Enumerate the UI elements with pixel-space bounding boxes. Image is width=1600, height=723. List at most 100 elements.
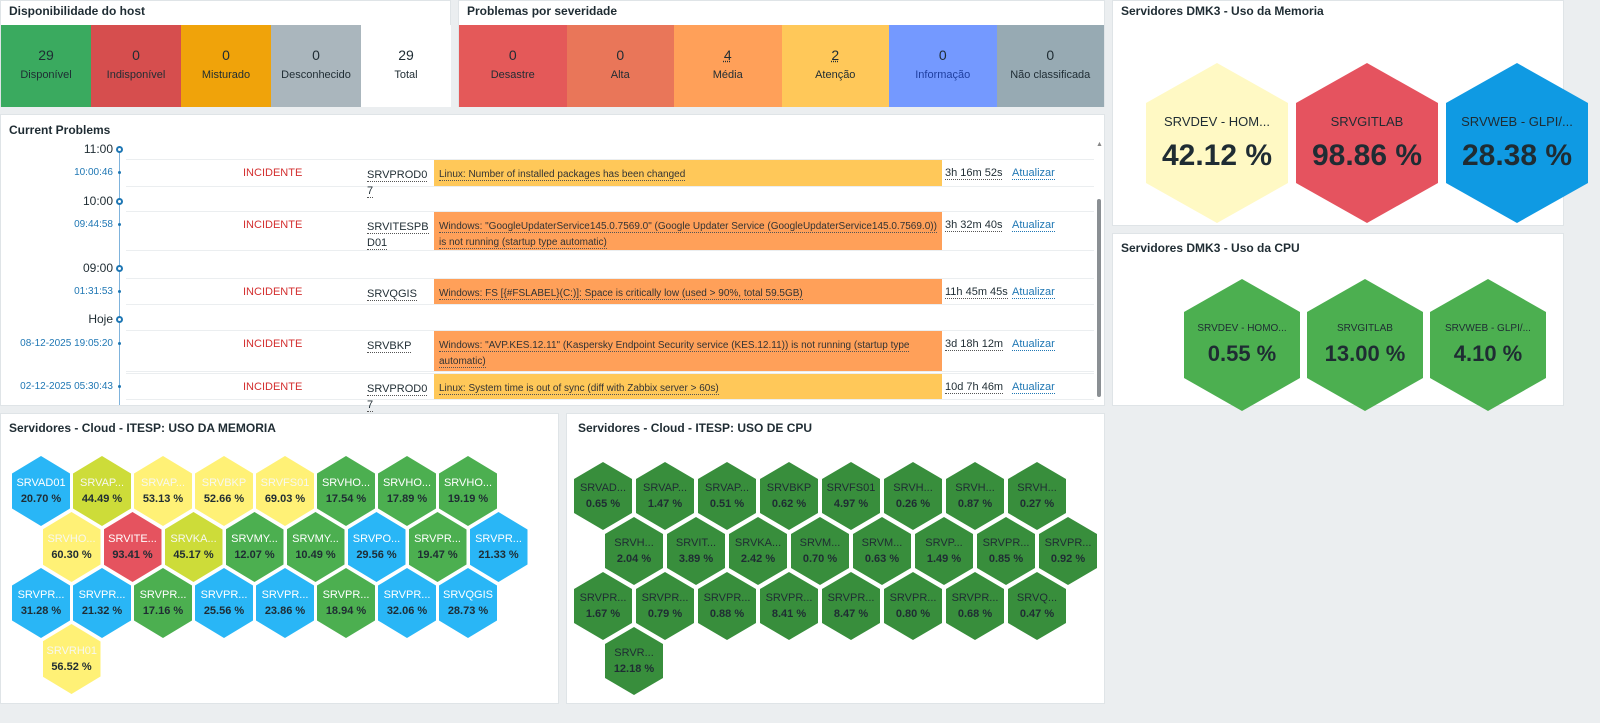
host-hexagon[interactable]: SRVPR... 23.86 % (256, 568, 314, 638)
host-hexagon[interactable]: SRVPR... 19.47 % (408, 512, 467, 582)
status-cell-1[interactable]: 0 Alta (566, 25, 674, 107)
problem-text[interactable]: Windows: "GoogleUpdaterService145.0.7569… (439, 221, 937, 249)
host-hexagon[interactable]: SRVPR... 0.68 % (946, 572, 1004, 640)
host-link[interactable]: SRVPROD07 (367, 383, 428, 412)
update-link[interactable]: Atualizar (1012, 381, 1055, 394)
host-link[interactable]: SRVITESPBD01 (367, 221, 429, 250)
host-hexagon[interactable]: SRVPR... 21.33 % (469, 512, 528, 582)
host-hexagon[interactable]: SRVPR... 1.67 % (574, 572, 632, 640)
duration-value[interactable]: 3h 32m 40s (945, 219, 1003, 232)
host-hexagon[interactable]: SRVQ... 0.47 % (1008, 572, 1066, 640)
problem-host[interactable]: SRVBKP (367, 338, 433, 354)
host-hexagon[interactable]: SRVWEB - GLPI/... 28.38 % (1446, 63, 1588, 223)
host-hexagon[interactable]: SRVMY... 10.49 % (286, 512, 345, 582)
host-hexagon[interactable]: SRVPR... 0.80 % (884, 572, 942, 640)
problem-host[interactable]: SRVPROD07 (367, 167, 433, 199)
host-hexagon[interactable]: SRVFS01 4.97 % (822, 462, 880, 530)
host-link[interactable]: SRVPROD07 (367, 169, 428, 198)
problem-time[interactable]: 09:44:58 (3, 219, 113, 230)
status-cell-4[interactable]: 29 Total (361, 25, 451, 107)
problem-description[interactable]: Windows: "GoogleUpdaterService145.0.7569… (434, 212, 942, 250)
host-hexagon[interactable]: SRVP... 1.49 % (915, 517, 973, 585)
host-hexagon[interactable]: SRVHO... 19.19 % (439, 456, 497, 526)
host-hexagon[interactable]: SRVH... 0.27 % (1008, 462, 1066, 530)
problem-time[interactable]: 08-12-2025 19:05:20 (3, 338, 113, 349)
problem-description[interactable]: Windows: "AVP.KES.12.11" (Kaspersky Endp… (434, 331, 942, 371)
update-label[interactable]: Atualizar (1012, 219, 1055, 232)
status-cell-5[interactable]: 0 Não classificada (996, 25, 1104, 107)
host-hexagon[interactable]: SRVPR... 17.16 % (134, 568, 192, 638)
host-hexagon[interactable]: SRVKA... 2.42 % (729, 517, 787, 585)
host-hexagon[interactable]: SRVHO... 60.30 % (42, 512, 101, 582)
duration-value[interactable]: 3h 16m 52s (945, 167, 1003, 180)
host-hexagon[interactable]: SRVBKP 52.66 % (195, 456, 253, 526)
host-hexagon[interactable]: SRVIT... 3.89 % (667, 517, 725, 585)
host-hexagon[interactable]: SRVAD... 0.65 % (574, 462, 632, 530)
update-label[interactable]: Atualizar (1012, 381, 1055, 394)
host-hexagon[interactable]: SRVDEV - HOM... 42.12 % (1146, 63, 1288, 223)
host-hexagon[interactable]: SRVAP... 1.47 % (636, 462, 694, 530)
update-label[interactable]: Atualizar (1012, 167, 1055, 180)
problem-host[interactable]: SRVQGIS (367, 286, 433, 302)
host-hexagon[interactable]: SRVPR... 21.32 % (73, 568, 131, 638)
host-hexagon[interactable]: SRVPR... 0.88 % (698, 572, 756, 640)
status-cell-2[interactable]: 4 Média (674, 25, 782, 107)
scrollbar-thumb[interactable] (1097, 199, 1101, 397)
host-hexagon[interactable]: SRVAP... 44.49 % (73, 456, 131, 526)
host-hexagon[interactable]: SRVH... 2.04 % (605, 517, 663, 585)
problem-duration[interactable]: 11h 45m 45s (945, 286, 1008, 299)
host-hexagon[interactable]: SRVPR... 0.92 % (1039, 517, 1097, 585)
host-hexagon[interactable]: SRVPR... 25.56 % (195, 568, 253, 638)
host-hexagon[interactable]: SRVM... 0.63 % (853, 517, 911, 585)
host-hexagon[interactable]: SRVGITLAB 98.86 % (1296, 63, 1438, 223)
host-link[interactable]: SRVBKP (367, 340, 412, 353)
status-cell-4[interactable]: 0 Informação (889, 25, 997, 107)
problem-duration[interactable]: 10d 7h 46m (945, 381, 1004, 394)
problem-text[interactable]: Linux: Number of installed packages has … (439, 169, 686, 181)
host-hexagon[interactable]: SRVAD01 20.70 % (12, 456, 70, 526)
problem-duration[interactable]: 3h 16m 52s (945, 167, 1003, 180)
host-hexagon[interactable]: SRVAP... 0.51 % (698, 462, 756, 530)
host-hexagon[interactable]: SRVPR... 18.94 % (317, 568, 375, 638)
problem-text[interactable]: Windows: FS [{#FSLABEL}(C:)]: Space is c… (439, 288, 803, 300)
problem-duration[interactable]: 3h 32m 40s (945, 219, 1003, 232)
problem-text[interactable]: Windows: "AVP.KES.12.11" (Kaspersky Endp… (439, 340, 910, 368)
status-cell-0[interactable]: 29 Disponível (1, 25, 91, 107)
host-hexagon[interactable]: SRVKA... 45.17 % (164, 512, 223, 582)
problem-description[interactable]: Windows: FS [{#FSLABEL}(C:)]: Space is c… (434, 279, 942, 304)
scrollbar[interactable]: ▲ (1095, 141, 1103, 399)
update-link[interactable]: Atualizar (1012, 286, 1055, 299)
host-hexagon[interactable]: SRVBKP 0.62 % (760, 462, 818, 530)
host-hexagon[interactable]: SRVPR... 32.06 % (378, 568, 436, 638)
host-hexagon[interactable]: SRVHO... 17.89 % (378, 456, 436, 526)
status-cell-0[interactable]: 0 Desastre (459, 25, 567, 107)
host-hexagon[interactable]: SRVFS01 69.03 % (256, 456, 314, 526)
problem-description[interactable]: Linux: Number of installed packages has … (434, 160, 942, 186)
host-hexagon[interactable]: SRVGITLAB 13.00 % (1307, 279, 1423, 411)
problem-text[interactable]: Linux: System time is out of sync (diff … (439, 383, 719, 395)
status-cell-1[interactable]: 0 Indisponível (91, 25, 181, 107)
duration-value[interactable]: 10d 7h 46m (945, 381, 1004, 394)
problem-time[interactable]: 10:00:46 (3, 167, 113, 178)
problem-time[interactable]: 01:31:53 (3, 286, 113, 297)
problem-time[interactable]: 02-12-2025 05:30:43 (3, 381, 113, 392)
host-hexagon[interactable]: SRVMY... 12.07 % (225, 512, 284, 582)
host-hexagon[interactable]: SRVITE... 93.41 % (103, 512, 162, 582)
update-label[interactable]: Atualizar (1012, 286, 1055, 299)
host-hexagon[interactable]: SRVDEV - HOMO... 0.55 % (1184, 279, 1300, 411)
host-hexagon[interactable]: SRVPO... 29.56 % (347, 512, 406, 582)
status-cell-2[interactable]: 0 Misturado (181, 25, 271, 107)
host-hexagon[interactable]: SRVR... 12.18 % (605, 627, 663, 695)
host-hexagon[interactable]: SRVHO... 17.54 % (317, 456, 375, 526)
problem-description[interactable]: Linux: System time is out of sync (diff … (434, 374, 942, 399)
problem-host[interactable]: SRVITESPBD01 (367, 219, 433, 251)
host-hexagon[interactable]: SRVPR... 0.79 % (636, 572, 694, 640)
host-hexagon[interactable]: SRVPR... 0.85 % (977, 517, 1035, 585)
host-hexagon[interactable]: SRVPR... 8.47 % (822, 572, 880, 640)
host-link[interactable]: SRVQGIS (367, 288, 417, 301)
host-hexagon[interactable]: SRVWEB - GLPI/... 4.10 % (1430, 279, 1546, 411)
problem-host[interactable]: SRVPROD07 (367, 381, 433, 413)
problem-duration[interactable]: 3d 18h 12m (945, 338, 1004, 351)
duration-value[interactable]: 11h 45m 45s (945, 286, 1008, 299)
update-link[interactable]: Atualizar (1012, 167, 1055, 180)
